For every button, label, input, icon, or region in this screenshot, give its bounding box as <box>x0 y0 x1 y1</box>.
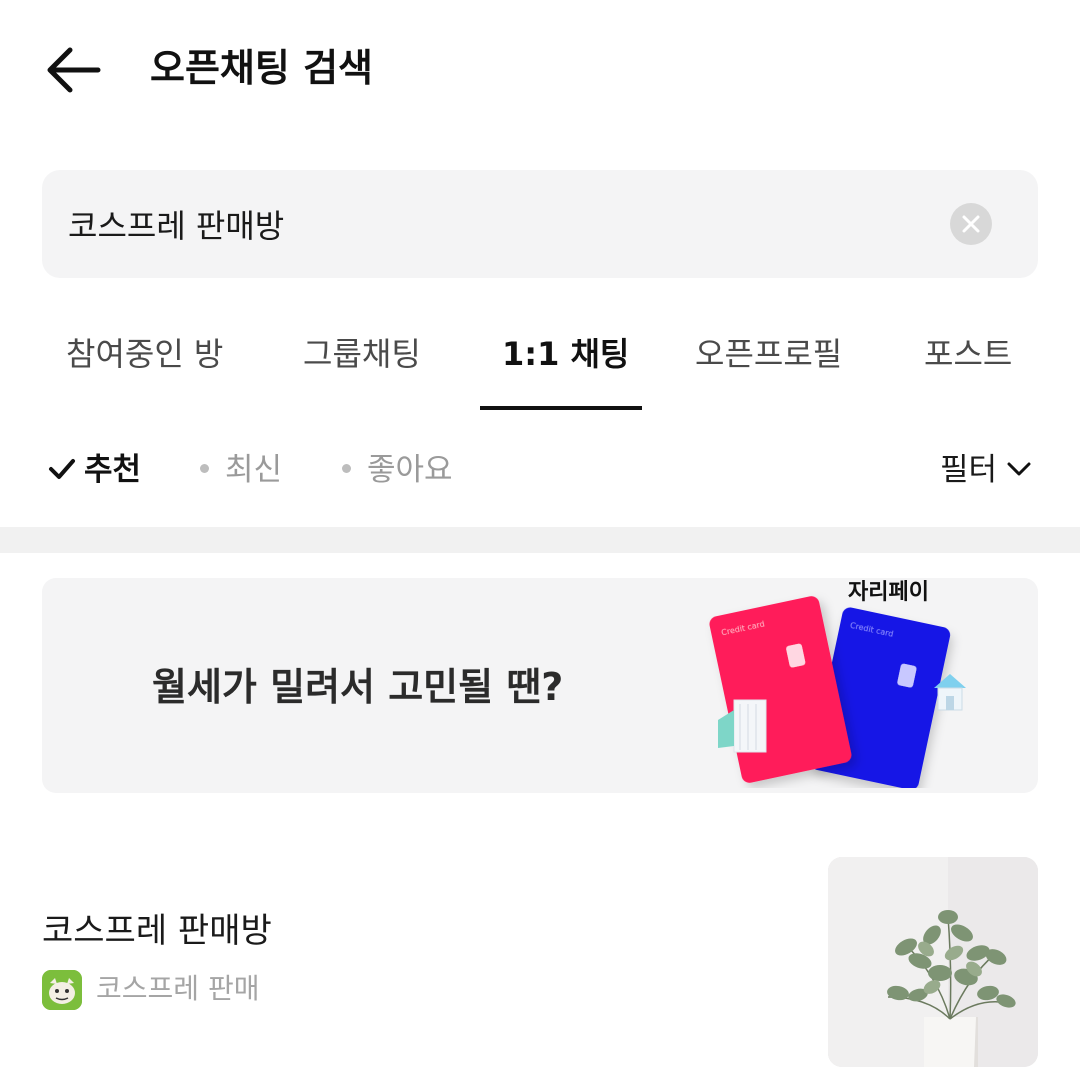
sort-bar: 추천 최신 좋아요 필터 <box>0 440 1080 504</box>
tab-open-profile[interactable]: 오픈프로필 <box>695 332 842 376</box>
search-tabs: 참여중인 방 그룹채팅 1:1 채팅 오픈프로필 포스트 <box>0 320 1080 412</box>
clear-circle-icon <box>962 215 980 233</box>
credit-cards-illustration: Credit card Credit card <box>709 596 966 788</box>
list-item[interactable]: 코스프레 판매방 코스프레 판매 <box>0 855 1080 1070</box>
filter-label: 필터 <box>940 452 998 488</box>
search-box <box>42 170 1038 278</box>
result-title: 코스프레 판매방 <box>42 911 272 951</box>
section-divider <box>0 527 1080 553</box>
tab-joined-rooms[interactable]: 참여중인 방 <box>66 332 223 376</box>
filter-button[interactable]: 필터 <box>940 448 1033 492</box>
header: 오픈채팅 검색 <box>0 0 1080 140</box>
page-title: 오픈채팅 검색 <box>150 46 373 90</box>
tab-group-chat[interactable]: 그룹채팅 <box>303 332 421 376</box>
dot-icon <box>200 464 209 473</box>
profile-character-icon <box>42 970 82 1010</box>
sort-recommended-label: 추천 <box>84 452 142 488</box>
result-thumbnail <box>828 857 1038 1067</box>
building-icon <box>718 699 767 753</box>
banner-brand-label: 자리페이 <box>848 580 929 605</box>
active-tab-indicator <box>480 406 642 410</box>
red-card <box>709 596 852 783</box>
sort-latest-label: 최신 <box>225 452 283 488</box>
banner-headline: 월세가 밀려서 고민될 땐? <box>152 665 564 709</box>
sort-likes-label: 좋아요 <box>367 452 453 488</box>
arrow-left-icon <box>47 47 101 93</box>
chevron-down-icon <box>1007 462 1031 475</box>
tab-one-on-one-chat[interactable]: 1:1 채팅 <box>502 332 629 376</box>
check-icon <box>49 458 75 479</box>
search-input[interactable] <box>68 196 928 252</box>
ad-banner[interactable]: 월세가 밀려서 고민될 땐? Credit card Credit card 자… <box>42 578 1038 793</box>
back-button[interactable] <box>40 40 106 100</box>
sort-latest[interactable]: 최신 <box>200 448 282 492</box>
tab-post[interactable]: 포스트 <box>924 332 1012 376</box>
clear-search-button[interactable] <box>950 203 992 245</box>
sort-likes[interactable]: 좋아요 <box>342 448 453 492</box>
plant-in-vase-image <box>828 857 1038 1067</box>
dot-icon <box>342 464 351 473</box>
sort-recommended[interactable]: 추천 <box>48 448 141 492</box>
result-subtitle: 코스프레 판매 <box>96 972 260 1005</box>
